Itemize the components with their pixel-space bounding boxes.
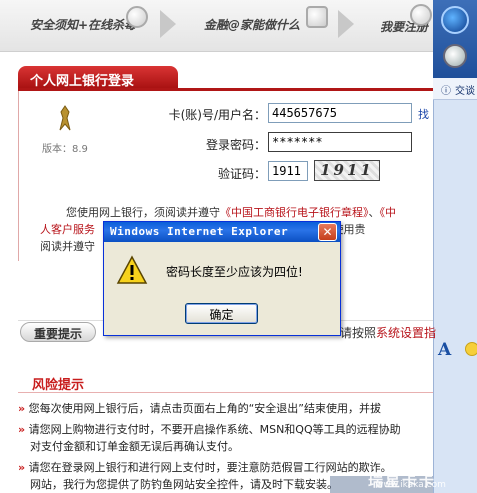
card-input[interactable]: 445657675 <box>268 103 412 123</box>
notice-text: 您使用网上银行，须阅读并遵守 <box>66 206 220 219</box>
risk-item-text: 请您在登录网上银行和进行网上支付时，要注意防范假冒工行网站的欺诈。 <box>28 461 392 474</box>
tip-prefix: 请按照 <box>340 326 377 340</box>
tip-text: 请按照系统设置指 <box>340 324 436 341</box>
watermark-url: www.ikaka.com <box>376 480 446 490</box>
password-label: 登录密码： <box>205 138 266 152</box>
dialog-title: Windows Internet Explorer <box>104 222 340 242</box>
risk-item-text: 网站，我行为您提供了防钓鱼网站安全控件，请及时下载安装。 <box>30 478 338 491</box>
captcha-label: 验证码： <box>217 167 266 181</box>
home-icon <box>306 6 328 28</box>
user-icon <box>410 4 432 26</box>
step-features-link[interactable]: 金融@家能做什么 <box>204 16 300 33</box>
notice-text: 阅读并遵守 <box>40 240 95 253</box>
emoticon-icon[interactable] <box>465 342 477 356</box>
important-tip-button[interactable]: 重要提示 <box>20 322 96 342</box>
list-item: » 请您网上购物进行支付时，不要开启操作系统、MSN和QQ等工具的远程协助 对支… <box>18 421 433 455</box>
risk-item-text: 您每次使用网上银行后，请点击页面右上角的“安全退出”结束使用，并拔 <box>28 402 382 415</box>
qq-logo-icon[interactable] <box>441 6 469 34</box>
login-title: 个人网上银行登录 <box>18 66 178 90</box>
ok-button[interactable]: 确定 <box>185 303 258 324</box>
dialog-message: 密码长度至少应该为四位! <box>166 265 303 279</box>
forgot-link[interactable]: 找 <box>418 106 429 122</box>
webcam-icon[interactable] <box>443 44 467 68</box>
font-icon[interactable]: A <box>438 340 451 360</box>
side-panel-strip: ⓘ 交谈 <box>433 78 477 100</box>
ebank-charter-link[interactable]: 《中国工商银行电子银行章程》 <box>220 206 369 219</box>
notice-text: 人客户服务 <box>40 223 95 236</box>
risk-divider <box>18 392 433 393</box>
risk-title: 风险提示 <box>32 378 85 393</box>
info-icon[interactable]: ⓘ <box>441 82 451 97</box>
warning-icon <box>116 255 148 284</box>
bullet-icon: » <box>18 423 26 436</box>
list-item: » 您每次使用网上银行后，请点击页面右上角的“安全退出”结束使用，并拔 <box>18 400 433 417</box>
magnifier-icon <box>126 6 148 28</box>
captcha-image[interactable]: 1911 <box>314 160 380 181</box>
certificate-icon <box>59 105 71 131</box>
bullet-icon: » <box>18 461 26 474</box>
close-icon[interactable]: ✕ <box>318 223 337 241</box>
service-rules-link[interactable]: 《中 <box>380 206 397 219</box>
notice-separator: 、 <box>368 206 380 219</box>
bullet-icon: » <box>18 402 26 415</box>
risk-item-text: 请您网上购物进行支付时，不要开启操作系统、MSN和QQ等工具的远程协助 <box>28 423 401 436</box>
step-arrow-icon <box>160 10 176 38</box>
system-settings-link[interactable]: 系统设置指 <box>376 326 436 340</box>
password-input[interactable]: ******* <box>268 132 412 152</box>
chat-label[interactable]: 交谈 <box>455 82 475 97</box>
risk-item-text: 对支付金额和订单金额无误后再确认支付。 <box>30 440 239 453</box>
card-label: 卡(账)号/用户名： <box>168 108 266 122</box>
version-label: 版本：8.9 <box>42 144 88 155</box>
step-arrow-icon <box>338 10 354 38</box>
step-safety-link[interactable]: 安全须知+在线杀毒 <box>30 16 136 33</box>
captcha-input[interactable]: 1911 <box>268 161 308 181</box>
